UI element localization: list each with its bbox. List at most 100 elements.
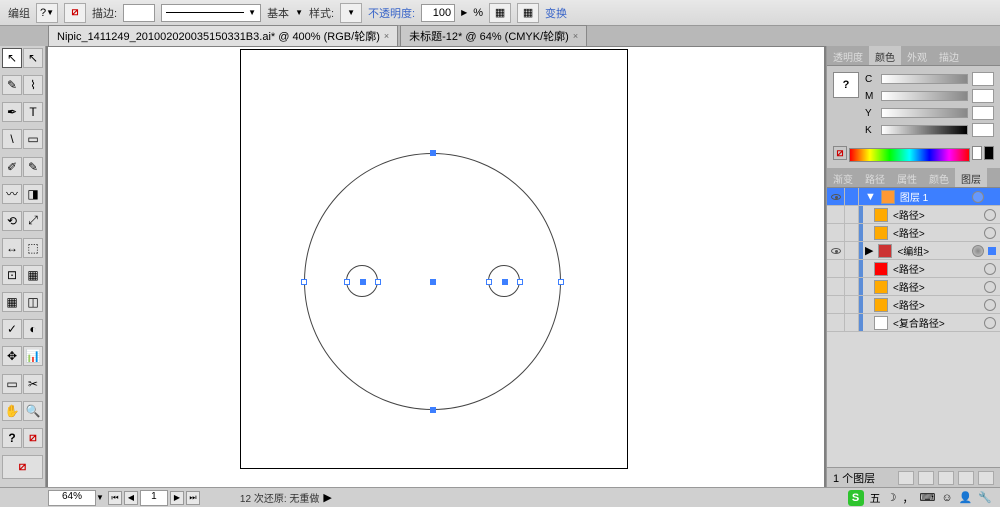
layer-name[interactable]: <路径> xyxy=(891,279,980,294)
tab-appearance[interactable]: 外观 xyxy=(901,46,933,65)
align-icon-1[interactable]: ▦ xyxy=(489,3,511,23)
status-dropdown-icon[interactable]: ▶ xyxy=(323,491,331,504)
layer-name[interactable]: <路径> xyxy=(891,207,980,222)
expand-toggle[interactable]: ▶ xyxy=(863,244,875,257)
selection-tool[interactable]: ↖ xyxy=(2,48,22,68)
prev-artboard-button[interactable]: ◀ xyxy=(124,491,138,505)
target-icon[interactable] xyxy=(984,209,996,221)
anchor-point[interactable] xyxy=(360,279,366,285)
lock-toggle[interactable] xyxy=(845,188,859,205)
visibility-toggle[interactable] xyxy=(827,296,845,313)
fill-stroke-indicator[interactable]: ? xyxy=(833,72,859,98)
tab-layers[interactable]: 图层 xyxy=(955,168,987,187)
artboard-number[interactable]: 1 xyxy=(140,490,168,506)
layer-row-item[interactable]: <复合路径> xyxy=(827,314,1000,332)
layer-row-item[interactable]: <路径> xyxy=(827,296,1000,314)
lock-toggle[interactable] xyxy=(845,314,859,331)
moon-icon[interactable]: ☽ xyxy=(887,491,897,504)
stroke-width-input[interactable] xyxy=(123,4,155,22)
pencil-tool[interactable]: ✎ xyxy=(23,157,43,177)
anchor-point[interactable] xyxy=(375,279,381,285)
tab-pathfinder[interactable]: 路径 xyxy=(859,168,891,187)
hand-tool[interactable]: ✋ xyxy=(2,401,22,421)
rectangle-tool[interactable]: ▭ xyxy=(23,129,43,149)
eraser-tool[interactable]: ◨ xyxy=(23,184,43,204)
target-icon[interactable] xyxy=(984,281,996,293)
zoom-input[interactable]: 64% xyxy=(48,490,96,506)
doc-tab-1[interactable]: Nipic_1411249_201002020035150331B3.ai* @… xyxy=(48,25,398,47)
tab-transparency[interactable]: 透明度 xyxy=(827,46,869,65)
tab-stroke[interactable]: 描边 xyxy=(933,46,965,65)
perspective-grid-tool[interactable]: ▦ xyxy=(23,265,43,285)
slice-tool[interactable]: ✂ xyxy=(23,374,43,394)
scale-tool[interactable]: ⤢ xyxy=(23,211,43,231)
no-fill-icon[interactable]: ⧄ xyxy=(64,3,86,23)
tab-color[interactable]: 颜色 xyxy=(869,46,901,65)
make-clipping-mask-icon[interactable] xyxy=(918,471,934,485)
anchor-point[interactable] xyxy=(517,279,523,285)
q-button[interactable]: ?▼ xyxy=(36,3,58,23)
eyedropper-tool[interactable]: ✓ xyxy=(2,319,22,339)
zoom-tool[interactable]: 🔍 xyxy=(23,401,43,421)
cyan-slider[interactable] xyxy=(881,74,968,84)
shape-builder-tool[interactable]: ⊡ xyxy=(2,265,22,285)
paintbrush-tool[interactable]: ✐ xyxy=(2,157,22,177)
anchor-point[interactable] xyxy=(558,279,564,285)
target-icon[interactable] xyxy=(984,263,996,275)
layer-row-top[interactable]: ▼ 图层 1 xyxy=(827,188,1000,206)
transform-label[interactable]: 变换 xyxy=(545,5,567,21)
next-artboard-button[interactable]: ▶ xyxy=(170,491,184,505)
free-transform-tool[interactable]: ⬚ xyxy=(23,238,43,258)
ime-mode-text[interactable]: 五 xyxy=(870,490,881,506)
layer-row-item[interactable]: <路径> xyxy=(827,260,1000,278)
comma-icon[interactable]: ， xyxy=(902,490,913,506)
layer-name[interactable]: <路径> xyxy=(891,297,980,312)
sogou-icon[interactable]: S xyxy=(848,490,864,506)
column-graph-tool[interactable]: 📊 xyxy=(23,346,43,366)
width-tool[interactable]: ↔ xyxy=(2,238,22,258)
spectrum-bar[interactable] xyxy=(849,148,970,162)
black-slider[interactable] xyxy=(881,125,968,135)
type-tool[interactable]: T xyxy=(23,102,43,122)
layer-name[interactable]: <路径> xyxy=(891,261,980,276)
opacity-input[interactable] xyxy=(421,4,455,22)
delete-layer-icon[interactable] xyxy=(978,471,994,485)
new-sublayer-icon[interactable] xyxy=(938,471,954,485)
smiley-icon[interactable]: ☺ xyxy=(941,492,952,504)
target-icon[interactable] xyxy=(984,317,996,329)
anchor-point[interactable] xyxy=(430,150,436,156)
white-swatch[interactable] xyxy=(972,146,982,160)
tab-swatches[interactable]: 颜色 xyxy=(923,168,955,187)
target-icon[interactable] xyxy=(984,227,996,239)
yellow-slider[interactable] xyxy=(881,108,968,118)
basic-dropdown-icon[interactable]: ▼ xyxy=(295,8,303,17)
layer-name[interactable]: 图层 1 xyxy=(898,189,968,204)
first-artboard-button[interactable]: ⏮ xyxy=(108,491,122,505)
visibility-toggle[interactable] xyxy=(827,188,845,205)
new-layer-icon[interactable] xyxy=(958,471,974,485)
tab-gradient[interactable]: 渐变 xyxy=(827,168,859,187)
anchor-point[interactable] xyxy=(430,407,436,413)
black-swatch[interactable] xyxy=(984,146,994,160)
pen-tool[interactable]: ✒ xyxy=(2,102,22,122)
layer-name[interactable]: <路径> xyxy=(891,225,980,240)
target-icon[interactable] xyxy=(972,191,984,203)
align-icon-2[interactable]: ▦ xyxy=(517,3,539,23)
direct-selection-tool[interactable]: ↖ xyxy=(23,48,43,68)
default-fill-stroke[interactable]: ⧄ xyxy=(2,455,43,479)
wrench-icon[interactable]: 🔧 xyxy=(978,491,992,504)
layer-row-item[interactable]: ▶<编组> xyxy=(827,242,1000,260)
none-color-icon[interactable]: ⧄ xyxy=(833,146,847,160)
close-icon[interactable]: × xyxy=(384,31,389,41)
gradient-tool[interactable]: ◫ xyxy=(23,292,43,312)
artboard-tool[interactable]: ▭ xyxy=(2,374,22,394)
person-icon[interactable]: 👤 xyxy=(959,491,973,504)
stroke-style-dropdown[interactable]: ▼ xyxy=(161,4,261,22)
anchor-point[interactable] xyxy=(486,279,492,285)
anchor-point[interactable] xyxy=(344,279,350,285)
visibility-toggle[interactable] xyxy=(827,260,845,277)
tab-attributes[interactable]: 属性 xyxy=(891,168,923,187)
close-icon[interactable]: × xyxy=(573,31,578,41)
magenta-slider[interactable] xyxy=(881,91,968,101)
black-value[interactable] xyxy=(972,123,994,137)
